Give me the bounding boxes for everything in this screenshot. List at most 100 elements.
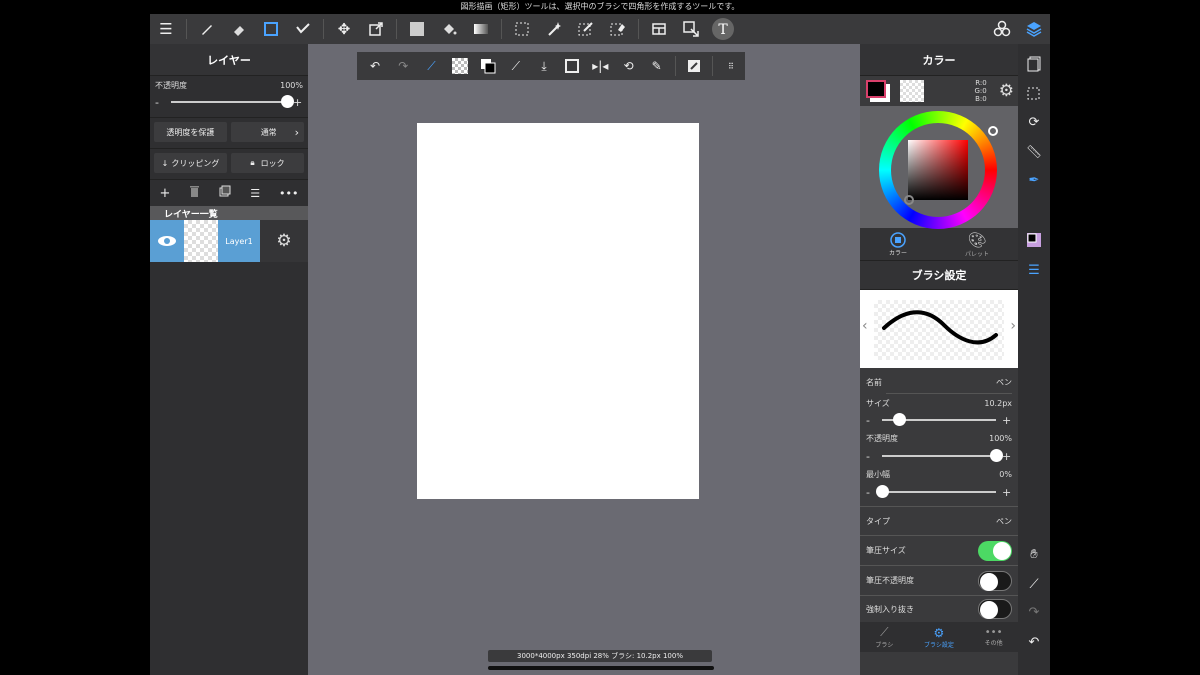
snap-icon[interactable]: ⟋ — [417, 52, 445, 80]
ruler-icon[interactable]: 📏︎ — [1018, 138, 1050, 166]
trash-icon[interactable] — [189, 185, 200, 201]
edit-icon[interactable]: ✎ — [643, 52, 671, 80]
opacity-increase-button[interactable]: + — [293, 96, 303, 109]
brush-type-row[interactable]: タイプ ペン — [860, 507, 1018, 535]
size-decrease-button[interactable]: - — [866, 414, 876, 427]
pressure-size-toggle[interactable] — [978, 540, 1012, 561]
select-move-icon[interactable] — [675, 14, 707, 44]
rotate-canvas-icon[interactable]: ⟳ — [1018, 108, 1050, 136]
min-width-slider[interactable] — [876, 485, 996, 498]
color-wheel-area[interactable] — [860, 106, 1018, 229]
tab-brush[interactable]: ⟋ ブラシ — [875, 625, 893, 649]
transform-icon[interactable] — [360, 14, 392, 44]
drawing-canvas[interactable] — [417, 123, 699, 499]
brush-icon: ⟋ — [880, 625, 889, 639]
color-panel-icon[interactable] — [1018, 226, 1050, 254]
color-settings-icon[interactable]: ⚙︎ — [999, 81, 1014, 101]
menu-icon[interactable]: ☰ — [150, 14, 182, 44]
clipping-button[interactable]: ↓ クリッピング — [154, 153, 227, 173]
select-pen-icon[interactable] — [570, 14, 602, 44]
sub-toolbar: ↶ ↷ ⟋ ⟋ ⤓ ▸|◂ ⟲ ✎ ⠿ — [357, 52, 745, 80]
undo-icon[interactable]: ↶ — [361, 52, 389, 80]
brush-type-value: ペン — [996, 516, 1012, 526]
more-icon: ••• — [984, 627, 1003, 638]
flip-horizontal-icon[interactable]: ▸|◂ — [586, 52, 614, 80]
add-layer-icon[interactable]: + — [159, 186, 170, 201]
slider-knob[interactable] — [990, 449, 1003, 462]
opacity-decrease-button[interactable]: - — [866, 450, 876, 463]
saturation-value-box[interactable] — [908, 140, 968, 200]
select-rect-icon[interactable] — [506, 14, 538, 44]
layer-opacity-slider[interactable] — [171, 95, 294, 108]
tab-other-label: その他 — [984, 640, 1003, 647]
color-picker[interactable] — [904, 195, 914, 205]
eraser-icon[interactable] — [223, 14, 255, 44]
layer-thumbnail[interactable] — [184, 220, 218, 262]
move-icon[interactable]: ✥ — [328, 14, 360, 44]
rotate-icon[interactable]: ⟲ — [614, 52, 642, 80]
brush-icon[interactable] — [191, 14, 223, 44]
rect-tool-icon[interactable] — [255, 14, 287, 44]
selection-icon[interactable] — [1018, 80, 1050, 108]
undo-icon[interactable]: ↶ — [1018, 628, 1050, 656]
tab-other[interactable]: ••• その他 — [985, 627, 1003, 647]
import-icon[interactable]: ⤓ — [530, 52, 558, 80]
layers-panel-title: レイヤー — [150, 44, 308, 76]
lock-button[interactable]: 🔒︎ ロック — [231, 153, 304, 173]
slider-knob[interactable] — [281, 95, 294, 108]
min-decrease-button[interactable]: - — [866, 486, 876, 499]
copy-icon[interactable] — [680, 52, 708, 80]
layer-name[interactable]: Layer1 — [218, 220, 260, 262]
protect-alpha-button[interactable]: 透明度を保護 — [154, 122, 227, 142]
redo-icon[interactable]: ↷ — [389, 52, 417, 80]
chevron-right-icon[interactable]: › — [1010, 318, 1016, 334]
min-increase-button[interactable]: + — [1002, 486, 1012, 499]
redo-icon[interactable]: ↷ — [1018, 598, 1050, 626]
layers-icon[interactable] — [1018, 14, 1050, 44]
opacity-decrease-button[interactable]: - — [155, 96, 165, 109]
stabilizer-icon[interactable] — [287, 14, 319, 44]
transparent-fill-icon[interactable] — [445, 52, 473, 80]
blend-mode-button[interactable]: 通常 › — [230, 122, 304, 142]
slider-knob[interactable] — [876, 485, 889, 498]
layer-list-icon[interactable]: ☰ — [250, 187, 260, 200]
brush-size-slider[interactable] — [882, 413, 996, 426]
size-increase-button[interactable]: + — [1002, 414, 1012, 427]
eye-icon[interactable] — [150, 220, 184, 262]
opacity-increase-button[interactable]: + — [1002, 450, 1012, 463]
page-icon[interactable] — [1018, 50, 1050, 78]
chevron-left-icon[interactable]: ‹ — [862, 318, 868, 334]
panel-layout-icon[interactable] — [643, 14, 675, 44]
tab-brush-settings[interactable]: ⚙︎ ブラシ設定 — [924, 626, 954, 649]
gradient-icon[interactable] — [465, 14, 497, 44]
brush-name-row[interactable]: 名前 ペン — [860, 371, 1018, 393]
forced-taper-toggle[interactable] — [978, 599, 1012, 619]
eyedropper-icon[interactable]: ⟋ — [502, 52, 530, 80]
eyedropper-icon[interactable]: ⟋ — [1018, 570, 1050, 598]
tab-color[interactable]: カラー — [889, 231, 907, 257]
select-eraser-icon[interactable] — [602, 14, 634, 44]
brush-opacity-slider[interactable] — [882, 449, 1003, 462]
color-swatches[interactable] — [864, 78, 894, 104]
color-swap-icon[interactable] — [474, 52, 502, 80]
duplicate-layer-icon[interactable] — [219, 185, 231, 201]
border-icon[interactable] — [558, 52, 586, 80]
pressure-opacity-toggle[interactable] — [978, 570, 1012, 591]
fill-color-icon[interactable] — [401, 14, 433, 44]
slider-knob[interactable] — [893, 413, 907, 426]
hue-picker[interactable] — [988, 126, 998, 136]
pen-settings-icon[interactable]: ✒︎ — [1018, 166, 1050, 194]
bucket-icon[interactable] — [433, 14, 465, 44]
materials-icon[interactable] — [986, 14, 1018, 44]
layer-row[interactable]: Layer1 ⚙︎ — [150, 220, 308, 262]
magic-wand-icon[interactable] — [538, 14, 570, 44]
tab-palette[interactable]: 🎨︎ パレット — [965, 231, 989, 258]
grid-handle-icon[interactable]: ⠿ — [717, 52, 745, 80]
more-icon[interactable]: ••• — [279, 187, 298, 200]
text-tool-icon[interactable]: T — [707, 14, 739, 44]
hand-icon[interactable]: ✋︎ — [1018, 540, 1050, 568]
brush-list-icon[interactable]: ☰ — [1018, 256, 1050, 284]
transparent-color-swatch[interactable] — [900, 80, 924, 102]
layer-settings-icon[interactable]: ⚙︎ — [260, 220, 308, 262]
tooltip: 図形描画（矩形）ツールは、選択中のブラシで四角形を作成するツールです。 — [150, 0, 1050, 14]
